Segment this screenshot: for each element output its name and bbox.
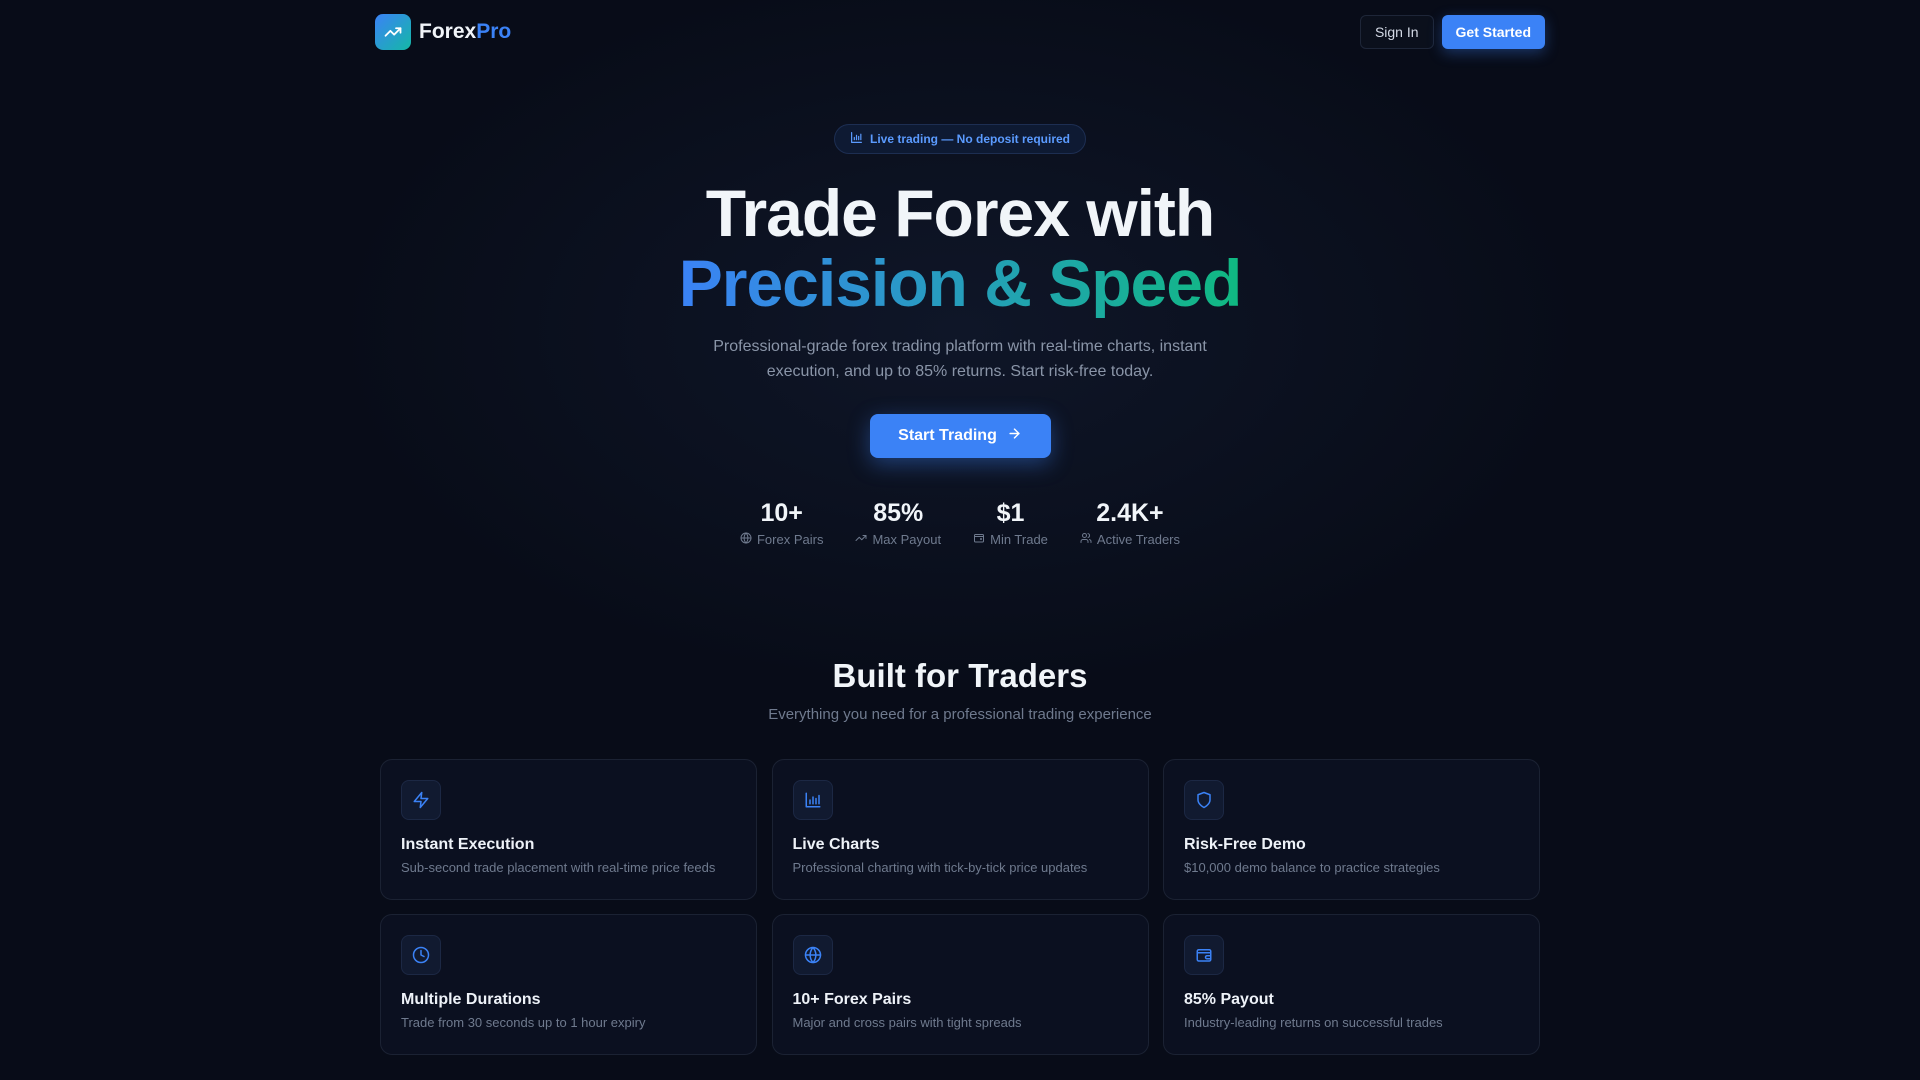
feature-title: Instant Execution bbox=[401, 836, 535, 853]
features-subtitle: Everything you need for a professional t… bbox=[768, 706, 1152, 723]
stat-forex-pairs: 10+ Forex Pairs bbox=[740, 498, 823, 547]
wallet-icon bbox=[1184, 935, 1224, 975]
feature-title: 85% Payout bbox=[1184, 991, 1274, 1008]
feature-desc: Sub-second trade placement with real-tim… bbox=[401, 860, 716, 875]
stat-label-row: Max Payout bbox=[855, 532, 941, 547]
stat-min-trade: $1 Min Trade bbox=[973, 498, 1048, 547]
brand-name-main: Forex bbox=[419, 20, 477, 43]
arrow-right-icon bbox=[1007, 426, 1022, 446]
stat-label: Min Trade bbox=[990, 532, 1048, 547]
stat-active-traders: 2.4K+ Active Traders bbox=[1080, 498, 1180, 547]
stat-label: Active Traders bbox=[1096, 532, 1181, 547]
feature-title: Multiple Durations bbox=[401, 991, 541, 1008]
stat-label: Forex Pairs bbox=[756, 532, 824, 547]
nav-actions: Sign In Get Started bbox=[1359, 15, 1545, 49]
get-started-button[interactable]: Get Started bbox=[1441, 15, 1545, 49]
stat-label: Max Payout bbox=[872, 532, 942, 547]
start-trading-button[interactable]: Start Trading bbox=[869, 414, 1051, 458]
shield-icon bbox=[1184, 780, 1224, 820]
hero-title-line2: Precision & Speed bbox=[678, 246, 1243, 320]
feature-card-forex-pairs: 10+ Forex Pairs Major and cross pairs wi… bbox=[771, 914, 1149, 1055]
chart-icon bbox=[850, 131, 863, 147]
globe-icon bbox=[792, 935, 833, 975]
wallet-icon bbox=[973, 532, 985, 547]
stat-label-row: Forex Pairs bbox=[740, 532, 823, 547]
feature-card-live-charts: Live Charts Professional charting with t… bbox=[771, 759, 1149, 900]
badge-text: Live trading — No deposit required bbox=[869, 132, 1071, 146]
hero-title-line1: Trade Forex with bbox=[705, 176, 1215, 250]
feature-title: Risk-Free Demo bbox=[1184, 836, 1306, 853]
brand[interactable]: ForexPro bbox=[375, 14, 511, 50]
features-header: Built for Traders Everything you need fo… bbox=[0, 652, 1920, 723]
feature-card-instant-execution: Instant Execution Sub-second trade place… bbox=[380, 759, 757, 900]
feature-card-payout: 85% Payout Industry-leading returns on s… bbox=[1163, 914, 1540, 1055]
feature-card-multiple-durations: Multiple Durations Trade from 30 seconds… bbox=[380, 914, 757, 1055]
feature-desc: $10,000 demo balance to practice strateg… bbox=[1184, 860, 1440, 875]
stats-row: 10+ Forex Pairs 85% Max Payout $1 Min Tr… bbox=[0, 498, 1920, 547]
feature-desc: Major and cross pairs with tight spreads bbox=[792, 1015, 1022, 1030]
trending-up-icon bbox=[375, 14, 411, 50]
hero-subtitle: Professional-grade forex trading platfor… bbox=[713, 338, 1207, 380]
feature-desc: Professional charting with tick-by-tick … bbox=[792, 860, 1088, 875]
feature-desc: Trade from 30 seconds up to 1 hour expir… bbox=[401, 1015, 646, 1030]
stat-value: 10+ bbox=[760, 499, 803, 527]
stat-value: 2.4K+ bbox=[1096, 499, 1164, 527]
hero-section: Live trading — No deposit required Trade… bbox=[0, 124, 1920, 547]
feature-desc: Industry-leading returns on successful t… bbox=[1184, 1015, 1443, 1030]
bar-chart-icon bbox=[792, 780, 833, 820]
top-nav: ForexPro Sign In Get Started bbox=[375, 14, 1545, 50]
stat-label-row: Min Trade bbox=[973, 532, 1048, 547]
feature-title: 10+ Forex Pairs bbox=[792, 991, 912, 1008]
sign-in-button[interactable]: Sign In bbox=[1359, 15, 1434, 49]
stat-value: 85% bbox=[873, 499, 924, 527]
stat-label-row: Active Traders bbox=[1080, 532, 1180, 547]
clock-icon bbox=[401, 935, 441, 975]
feature-card-risk-free-demo: Risk-Free Demo $10,000 demo balance to p… bbox=[1163, 759, 1540, 900]
feature-title: Live Charts bbox=[792, 836, 880, 853]
cta-label: Start Trading bbox=[898, 427, 997, 444]
trending-up-icon bbox=[855, 532, 867, 547]
stat-value: $1 bbox=[996, 499, 1025, 527]
users-icon bbox=[1080, 532, 1092, 547]
features-grid: Instant Execution Sub-second trade place… bbox=[380, 759, 1540, 1055]
stat-max-payout: 85% Max Payout bbox=[855, 498, 941, 547]
brand-name: ForexPro bbox=[419, 20, 511, 44]
features-title: Built for Traders bbox=[832, 657, 1088, 694]
live-trading-badge: Live trading — No deposit required bbox=[833, 124, 1087, 154]
brand-name-accent: Pro bbox=[476, 20, 512, 43]
globe-icon bbox=[740, 532, 752, 547]
zap-icon bbox=[401, 780, 441, 820]
